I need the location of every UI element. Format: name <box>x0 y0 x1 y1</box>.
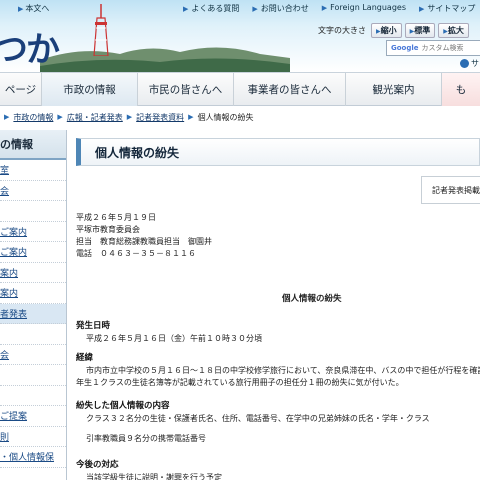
sidebar-item[interactable] <box>0 386 66 406</box>
arrow-right-icon: ▶ <box>418 5 425 13</box>
section-heading: 発生日時 <box>76 321 111 331</box>
sidebar-item[interactable] <box>0 365 66 386</box>
skip-to-content-link[interactable]: ▶ 本文へ <box>18 3 49 14</box>
section-occurrence: 発生日時 平成２６年５月１６日（金）午前１０時３０分頃 <box>76 320 262 345</box>
section-background: 経緯 市内市立中学校の５月１６日～１８日の中学校修学旅行において、奈良県滞在中、… <box>76 352 480 389</box>
breadcrumb: ▶ 市政の情報 ▶ 広報・記者発表 ▶ 記者発表資料 ▶ 個人情報の紛失 <box>0 109 254 125</box>
sidebar-item[interactable]: 会 <box>0 345 66 365</box>
font-size-control: 文字の大きさ ▶縮小 ▶標準 ▶拡大 <box>318 23 469 38</box>
arrow-right-icon: ▶ <box>4 113 10 121</box>
sidebar: の情報 室 会 ご案内 ご案内 案内 案内 者発表 会 ご提案 則 ・個人情報保 <box>0 130 67 480</box>
section-heading: 経緯 <box>76 353 94 363</box>
global-nav: ページ 市政の情報 市民の皆さんへ 事業者の皆さんへ 観光案内 も <box>0 72 480 106</box>
faq-link[interactable]: ▶ よくある質問 <box>183 3 239 14</box>
meta-org: 平塚市教育委員会 <box>76 225 140 234</box>
sidebar-item[interactable]: ご案内 <box>0 222 66 242</box>
sidebar-item-active[interactable]: 者発表 <box>0 303 66 324</box>
meta-date: 平成２６年５月１９日 <box>76 213 156 222</box>
sidebar-item[interactable]: 則 <box>0 427 66 447</box>
sidebar-item[interactable]: ・個人情報保 <box>0 447 66 468</box>
utility-links: ▶ よくある質問 ▶ お問い合わせ ▶ Foreign Languages ▶ サイトマ… <box>183 3 475 14</box>
meta-contact: 担当 教育総務課教職員担当 御園井 <box>76 237 212 246</box>
meta-phone: 電話 ０４６３－３５－８１１６ <box>76 249 196 258</box>
breadcrumb-pr[interactable]: 広報・記者発表 <box>67 112 123 123</box>
sidebar-item[interactable]: 案内 <box>0 263 66 283</box>
arrow-right-icon: ▶ <box>188 113 194 121</box>
gnav-more[interactable]: も <box>442 73 480 106</box>
font-enlarge-button[interactable]: ▶拡大 <box>438 23 469 38</box>
gnav-city-info[interactable]: 市政の情報 <box>42 73 138 106</box>
section-heading: 今後の対応 <box>76 460 119 470</box>
sitemap-link[interactable]: ▶ サイトマップ <box>419 3 475 14</box>
contact-link[interactable]: ▶ お問い合わせ <box>252 3 308 14</box>
section-next-steps: 今後の対応 当該学級生徒に説明・謝罪を行う予定 <box>76 459 222 480</box>
sidebar-item[interactable]: 室 <box>0 160 66 181</box>
section-text: 当該学級生徒に説明・謝罪を行う予定 <box>86 473 222 480</box>
mountain-scenery-image <box>40 47 290 72</box>
section-text: クラス３２名分の生徒・保護者氏名、住所、電話番号、在学中の兄弟姉妹の氏名・学年・… <box>86 414 430 423</box>
sidebar-item[interactable]: 案内 <box>0 283 66 304</box>
section-text <box>76 425 430 433</box>
document-title: 個人情報の紛失 <box>282 294 342 304</box>
site-logo[interactable]: つか <box>0 22 60 71</box>
press-release-box: 記者発表掲載 <box>421 176 480 204</box>
search-icon <box>460 59 469 68</box>
section-text: 年生１クラスの生徒名簿等が記載されている旅行用冊子の担任分１冊の紛失に気が付いた… <box>76 378 404 387</box>
site-header: つか ▶ 本文へ ▶ よくある質問 ▶ お問い合わせ ▶ Foreign Languag… <box>0 0 480 72</box>
sidebar-item[interactable] <box>0 201 66 222</box>
section-text: 平成２６年５月１６日（金）午前１０時３０分頃 <box>86 334 262 343</box>
breadcrumb-current: 個人情報の紛失 <box>197 112 254 122</box>
main-content: 個人情報の紛失 記者発表掲載 平成２６年５月１９日 平塚市教育委員会 担当 教育… <box>76 130 480 480</box>
section-text: 市内市立中学校の５月１６日～１８日の中学校修学旅行において、奈良県滞在中、バスの… <box>86 366 480 375</box>
google-logo: Google <box>391 44 419 52</box>
search-placeholder: カスタム検索 <box>421 44 464 52</box>
page-title: 個人情報の紛失 <box>76 138 480 166</box>
foreign-languages-link[interactable]: ▶ Foreign Languages <box>322 3 406 14</box>
font-shrink-button[interactable]: ▶縮小 <box>371 23 402 38</box>
search-input[interactable]: Google カスタム検索 <box>386 40 480 56</box>
font-size-label: 文字の大きさ <box>318 26 366 35</box>
sidebar-title: の情報 <box>0 130 66 160</box>
breadcrumb-city-info[interactable]: 市政の情報 <box>13 112 53 123</box>
arrow-right-icon: ▶ <box>252 5 258 13</box>
gnav-residents[interactable]: 市民の皆さんへ <box>138 73 234 106</box>
sidebar-item[interactable]: ご提案 <box>0 406 66 427</box>
breadcrumb-press[interactable]: 記者発表資料 <box>136 112 184 123</box>
sidebar-item[interactable]: ご案内 <box>0 242 66 263</box>
search-button[interactable]: サ <box>460 58 479 69</box>
sidebar-item[interactable] <box>0 324 66 345</box>
document-meta: 平成２６年５月１９日 平塚市教育委員会 担当 教育総務課教職員担当 御園井 電話… <box>76 212 212 260</box>
gnav-businesses[interactable]: 事業者の皆さんへ <box>234 73 346 106</box>
arrow-right-icon: ▶ <box>18 5 24 13</box>
section-text: 引率教職員９名分の携帯電話番号 <box>86 434 206 443</box>
section-lost-info: 紛失した個人情報の内容 クラス３２名分の生徒・保護者氏名、住所、電話番号、在学中… <box>76 400 430 445</box>
section-heading: 紛失した個人情報の内容 <box>76 401 170 411</box>
gnav-tourism[interactable]: 観光案内 <box>346 73 442 106</box>
font-standard-button[interactable]: ▶標準 <box>404 23 436 38</box>
gnav-top-page[interactable]: ページ <box>0 73 42 106</box>
sidebar-item[interactable]: 会 <box>0 181 66 201</box>
arrow-right-icon: ▶ <box>126 113 133 121</box>
arrow-right-icon: ▶ <box>183 5 189 13</box>
tv-tower-image <box>93 4 109 56</box>
arrow-right-icon: ▶ <box>57 113 63 121</box>
arrow-right-icon: ▶ <box>321 4 328 12</box>
